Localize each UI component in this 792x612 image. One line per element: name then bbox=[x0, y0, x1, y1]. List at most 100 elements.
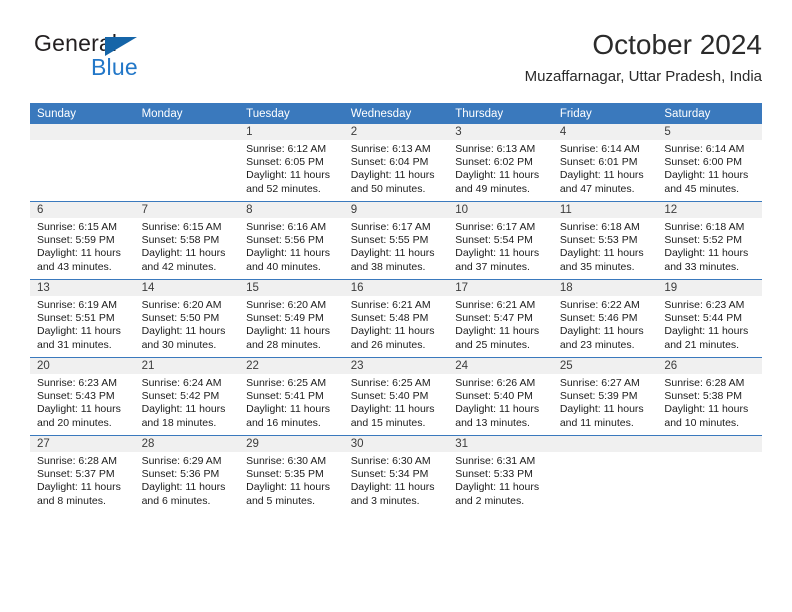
calendar-day-cell[interactable]: 10 Sunrise: 6:17 AM Sunset: 5:54 PM Dayligh… bbox=[448, 201, 553, 280]
calendar-day-cell bbox=[657, 435, 762, 513]
day-19: 19 Sunrise: 6:23 AM Sunset: 5:44 PM Dayligh… bbox=[657, 280, 762, 357]
calendar-day-cell[interactable]: 21 Sunrise: 6:24 AM Sunset: 5:42 PM Dayligh… bbox=[134, 357, 240, 436]
sunset-time: Sunset: 5:58 PM bbox=[141, 234, 220, 247]
daylight-duration-line1: Daylight: 11 hours bbox=[455, 403, 540, 416]
calendar-day-cell[interactable]: 15 Sunrise: 6:20 AM Sunset: 5:49 PM Dayligh… bbox=[239, 279, 344, 358]
daylight-duration-line1: Daylight: 11 hours bbox=[455, 325, 540, 338]
daylight-duration-line2: and 33 minutes. bbox=[664, 260, 740, 273]
sunset-time: Sunset: 5:38 PM bbox=[664, 390, 743, 403]
sunset-time: Sunset: 5:48 PM bbox=[350, 312, 429, 325]
day-24: 24 Sunrise: 6:26 AM Sunset: 5:40 PM Dayligh… bbox=[448, 358, 553, 435]
logo-text-blue: Blue bbox=[91, 54, 138, 80]
calendar-day-cell[interactable]: 8 Sunrise: 6:16 AM Sunset: 5:56 PM Daylight… bbox=[239, 201, 344, 280]
day-number: 12 bbox=[657, 202, 762, 218]
sunrise-time: Sunrise: 6:17 AM bbox=[350, 221, 431, 233]
sun-times: Sunrise: 6:20 AM Sunset: 5:50 PM Daylight:… bbox=[135, 296, 240, 352]
day-number: 29 bbox=[239, 436, 344, 452]
calendar-day-cell[interactable]: 9 Sunrise: 6:17 AM Sunset: 5:55 PM Daylight… bbox=[343, 201, 449, 280]
day-5: 5 Sunrise: 6:14 AM Sunset: 6:00 PM Daylight… bbox=[657, 124, 762, 201]
day-number: 2 bbox=[343, 124, 449, 140]
calendar-day-cell[interactable]: 12 Sunrise: 6:18 AM Sunset: 5:52 PM Dayligh… bbox=[657, 201, 762, 280]
sunrise-time: Sunrise: 6:16 AM bbox=[246, 221, 327, 233]
day-16: 16 Sunrise: 6:21 AM Sunset: 5:48 PM Dayligh… bbox=[343, 280, 449, 357]
calendar-day-cell[interactable]: 4 Sunrise: 6:14 AM Sunset: 6:01 PM Daylight… bbox=[552, 124, 658, 202]
calendar-day-cell[interactable]: 5 Sunrise: 6:14 AM Sunset: 6:00 PM Daylight… bbox=[657, 124, 762, 202]
calendar-day-cell[interactable]: 11 Sunrise: 6:18 AM Sunset: 5:53 PM Dayligh… bbox=[552, 201, 658, 280]
calendar-day-cell bbox=[552, 435, 658, 513]
daylight-duration-line2: and 40 minutes. bbox=[246, 260, 321, 273]
day-7: 7 Sunrise: 6:15 AM Sunset: 5:58 PM Daylight… bbox=[134, 202, 240, 279]
sunset-time: Sunset: 5:51 PM bbox=[37, 312, 115, 325]
weekday-header-tuesday: Tuesday bbox=[239, 103, 344, 124]
calendar-day-cell[interactable]: 20 Sunrise: 6:23 AM Sunset: 5:43 PM Dayligh… bbox=[30, 357, 135, 436]
day-2: 2 Sunrise: 6:13 AM Sunset: 6:04 PM Daylight… bbox=[343, 124, 449, 201]
sunrise-time: Sunrise: 6:19 AM bbox=[37, 299, 117, 311]
daylight-duration-line1: Daylight: 11 hours bbox=[37, 403, 121, 416]
daylight-duration-line1: Daylight: 11 hours bbox=[350, 169, 435, 182]
daylight-duration-line1: Daylight: 11 hours bbox=[455, 247, 540, 260]
calendar-day-cell[interactable]: 18 Sunrise: 6:22 AM Sunset: 5:46 PM Dayligh… bbox=[552, 279, 658, 358]
sunrise-time: Sunrise: 6:17 AM bbox=[455, 221, 536, 233]
day-10: 10 Sunrise: 6:17 AM Sunset: 5:54 PM Dayligh… bbox=[448, 202, 553, 279]
daylight-duration-line1: Daylight: 11 hours bbox=[141, 325, 226, 338]
calendar-day-cell[interactable]: 7 Sunrise: 6:15 AM Sunset: 5:58 PM Daylight… bbox=[134, 201, 240, 280]
calendar-day-cell[interactable]: 31 Sunrise: 6:31 AM Sunset: 5:33 PM Dayligh… bbox=[448, 435, 553, 513]
day-25: 25 Sunrise: 6:27 AM Sunset: 5:39 PM Dayligh… bbox=[552, 358, 658, 435]
calendar-day-cell[interactable]: 30 Sunrise: 6:30 AM Sunset: 5:34 PM Dayligh… bbox=[343, 435, 449, 513]
day-number: 4 bbox=[552, 124, 658, 140]
daylight-duration-line1: Daylight: 11 hours bbox=[664, 247, 749, 260]
daylight-duration-line2: and 42 minutes. bbox=[141, 260, 217, 273]
calendar-day-cell[interactable]: 6 Sunrise: 6:15 AM Sunset: 5:59 PM Daylight… bbox=[30, 201, 135, 280]
empty-day bbox=[552, 436, 658, 513]
sun-times: Sunrise: 6:19 AM Sunset: 5:51 PM Daylight:… bbox=[30, 296, 135, 352]
calendar-day-cell[interactable]: 28 Sunrise: 6:29 AM Sunset: 5:36 PM Dayligh… bbox=[134, 435, 240, 513]
calendar-day-cell[interactable]: 27 Sunrise: 6:28 AM Sunset: 5:37 PM Dayligh… bbox=[30, 435, 135, 513]
sunrise-time: Sunrise: 6:24 AM bbox=[141, 377, 222, 389]
sun-times: Sunrise: 6:15 AM Sunset: 5:59 PM Daylight:… bbox=[30, 218, 135, 274]
calendar-day-cell[interactable]: 17 Sunrise: 6:21 AM Sunset: 5:47 PM Dayligh… bbox=[448, 279, 553, 358]
calendar-day-cell[interactable]: 25 Sunrise: 6:27 AM Sunset: 5:39 PM Dayligh… bbox=[552, 357, 658, 436]
sunset-time: Sunset: 6:00 PM bbox=[664, 156, 743, 169]
day-number: 26 bbox=[657, 358, 762, 374]
daylight-duration-line2: and 38 minutes. bbox=[350, 260, 426, 273]
daylight-duration-line1: Daylight: 11 hours bbox=[37, 481, 121, 494]
sunrise-time: Sunrise: 6:18 AM bbox=[664, 221, 745, 233]
daylight-duration-line1: Daylight: 11 hours bbox=[141, 247, 226, 260]
sun-times: Sunrise: 6:21 AM Sunset: 5:48 PM Daylight:… bbox=[344, 296, 449, 352]
sunrise-time: Sunrise: 6:21 AM bbox=[455, 299, 536, 311]
calendar-day-cell[interactable]: 29 Sunrise: 6:30 AM Sunset: 5:35 PM Dayligh… bbox=[239, 435, 344, 513]
day-number: 13 bbox=[30, 280, 135, 296]
calendar-day-cell[interactable]: 26 Sunrise: 6:28 AM Sunset: 5:38 PM Dayligh… bbox=[657, 357, 762, 436]
day-number: 18 bbox=[552, 280, 658, 296]
calendar-day-cell[interactable]: 13 Sunrise: 6:19 AM Sunset: 5:51 PM Dayligh… bbox=[30, 279, 135, 358]
day-23: 23 Sunrise: 6:25 AM Sunset: 5:40 PM Dayligh… bbox=[343, 358, 449, 435]
calendar-day-cell[interactable]: 22 Sunrise: 6:25 AM Sunset: 5:41 PM Dayligh… bbox=[239, 357, 344, 436]
sunset-time: Sunset: 5:40 PM bbox=[350, 390, 429, 403]
sunrise-time: Sunrise: 6:13 AM bbox=[455, 143, 536, 155]
day-number bbox=[657, 436, 762, 452]
calendar-day-cell[interactable]: 14 Sunrise: 6:20 AM Sunset: 5:50 PM Dayligh… bbox=[134, 279, 240, 358]
weekday-header-wednesday: Wednesday bbox=[343, 103, 449, 124]
page-header: General Blue October 2024 Muzaffarnagar,… bbox=[30, 28, 762, 90]
daylight-duration-line2: and 45 minutes. bbox=[664, 182, 740, 195]
daylight-duration-line2: and 50 minutes. bbox=[350, 182, 426, 195]
daylight-duration-line2: and 26 minutes. bbox=[350, 338, 426, 351]
calendar-day-cell[interactable]: 19 Sunrise: 6:23 AM Sunset: 5:44 PM Dayligh… bbox=[657, 279, 762, 358]
calendar-day-cell[interactable]: 24 Sunrise: 6:26 AM Sunset: 5:40 PM Dayligh… bbox=[448, 357, 553, 436]
sun-times: Sunrise: 6:28 AM Sunset: 5:37 PM Daylight:… bbox=[30, 452, 135, 508]
day-number: 27 bbox=[30, 436, 135, 452]
sun-times: Sunrise: 6:23 AM Sunset: 5:43 PM Daylight:… bbox=[30, 374, 135, 430]
calendar-day-cell[interactable]: 1 Sunrise: 6:12 AM Sunset: 6:05 PM Daylight… bbox=[239, 124, 344, 202]
calendar-body: 1 Sunrise: 6:12 AM Sunset: 6:05 PM Daylight… bbox=[30, 124, 762, 513]
calendar-day-cell[interactable]: 16 Sunrise: 6:21 AM Sunset: 5:48 PM Dayligh… bbox=[343, 279, 449, 358]
calendar-day-cell[interactable]: 2 Sunrise: 6:13 AM Sunset: 6:04 PM Daylight… bbox=[343, 124, 449, 202]
sunset-time: Sunset: 5:40 PM bbox=[455, 390, 533, 403]
sunrise-time: Sunrise: 6:14 AM bbox=[559, 143, 640, 155]
calendar-day-cell[interactable]: 23 Sunrise: 6:25 AM Sunset: 5:40 PM Dayligh… bbox=[343, 357, 449, 436]
day-number: 23 bbox=[343, 358, 449, 374]
sunrise-time: Sunrise: 6:28 AM bbox=[37, 455, 117, 467]
daylight-duration-line2: and 49 minutes. bbox=[455, 182, 530, 195]
calendar-day-cell[interactable]: 3 Sunrise: 6:13 AM Sunset: 6:02 PM Daylight… bbox=[448, 124, 553, 202]
sun-times: Sunrise: 6:29 AM Sunset: 5:36 PM Daylight:… bbox=[135, 452, 240, 508]
generalblue-logo[interactable]: General Blue bbox=[30, 28, 210, 86]
